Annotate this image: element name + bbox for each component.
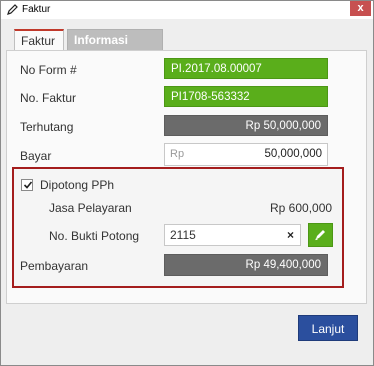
close-icon: x [357, 2, 364, 14]
no-bukti-potong-input[interactable]: 2115 × [164, 224, 301, 246]
edit-bukti-button[interactable] [308, 223, 333, 247]
jasa-pelayaran-label: Jasa Pelayaran [49, 201, 132, 215]
faktur-window: Faktur x Faktur Informasi Diskon No Form… [0, 0, 374, 366]
no-form-label: No Form # [20, 63, 77, 77]
pencil-icon [7, 4, 18, 15]
jasa-pelayaran-value: Rp 600,000 [270, 201, 333, 215]
no-bukti-potong-label: No. Bukti Potong [49, 229, 140, 243]
bayar-label: Bayar [20, 149, 52, 163]
no-faktur-field: PI1708-563332 [164, 86, 328, 107]
tab-informasi-diskon[interactable]: Informasi Diskon [67, 29, 163, 68]
tab-faktur[interactable]: Faktur [14, 29, 64, 51]
pembayaran-field: Rp 49,400,000 [164, 254, 328, 276]
no-bukti-potong-value: 2115 [170, 228, 196, 242]
close-button[interactable]: x [350, 1, 371, 16]
dipotong-pph-label: Dipotong PPh [40, 178, 115, 192]
terhutang-label: Terhutang [20, 120, 74, 134]
lanjut-button[interactable]: Lanjut [298, 315, 358, 341]
dipotong-pph-checkbox[interactable] [21, 179, 33, 191]
bayar-currency-prefix: Rp [170, 148, 185, 160]
terhutang-field: Rp 50,000,000 [164, 115, 328, 136]
pembayaran-label: Pembayaran [20, 259, 89, 273]
bayar-input[interactable]: Rp 50,000,000 [164, 143, 328, 166]
no-faktur-label: No. Faktur [20, 91, 77, 105]
window-title: Faktur [22, 4, 51, 15]
no-form-field: PI.2017.08.00007 [164, 58, 328, 79]
pencil-icon [315, 230, 325, 241]
check-icon [23, 181, 33, 189]
title-bar: Faktur x [1, 1, 373, 19]
bayar-value: 50,000,000 [264, 148, 322, 160]
clear-x-icon[interactable]: × [287, 225, 294, 245]
